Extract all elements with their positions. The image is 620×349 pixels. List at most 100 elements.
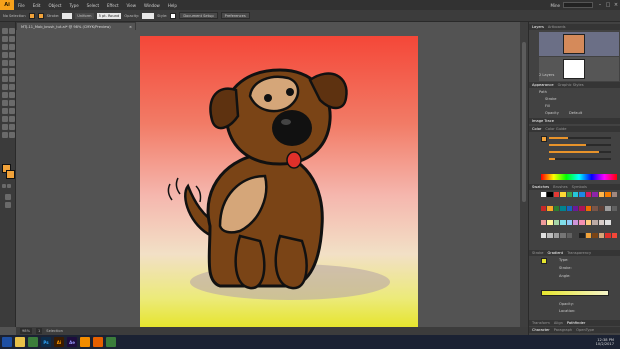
color-slider-c[interactable] [549,137,611,139]
color-slider-k[interactable] [549,158,611,160]
rectangle-tool-icon[interactable] [9,52,15,58]
pencil-tool-icon[interactable] [9,60,15,66]
menu-window[interactable]: Window [140,3,164,8]
rotate-tool-icon[interactable] [2,76,8,82]
tab-transform[interactable]: Transform [532,321,550,325]
preferences-button[interactable]: Preferences [220,12,250,19]
gradient-tool-icon[interactable] [9,100,15,106]
eraser-tool-icon[interactable] [9,68,15,74]
column-graph-tool-icon[interactable] [9,116,15,122]
paintbrush-tool-icon[interactable] [2,60,8,66]
aftereffects-icon[interactable]: Ae [67,337,77,347]
width-tool-icon[interactable] [2,84,8,90]
tab-stroke[interactable]: Stroke [532,251,543,255]
swatches-grid[interactable] [541,192,617,246]
document-tab[interactable]: MTJ-11_Mob_brush_tut.ai* @ 98% (CMYK/Pre… [16,22,136,30]
zoom-level-field[interactable]: 98% [20,328,32,334]
vertical-scrollbar[interactable] [520,22,528,327]
fill-color-swatch[interactable] [28,12,35,19]
hand-tool-icon[interactable] [2,132,8,138]
screen-mode-icon[interactable] [5,202,11,208]
search-input[interactable] [563,2,593,8]
artboard[interactable] [140,36,418,327]
system-clock[interactable]: 12:38 PM 10/2/2017 [596,338,620,347]
vlc-icon[interactable] [80,337,90,347]
chrome-icon[interactable] [28,337,38,347]
color-slider-m[interactable] [549,144,611,146]
illustrator-icon[interactable]: Ai [54,337,64,347]
lasso-tool-icon[interactable] [9,36,15,42]
mesh-tool-icon[interactable] [2,100,8,106]
tab-color-guide[interactable]: Color Guide [545,127,566,131]
selection-tool-icon[interactable] [2,28,8,34]
eyedropper-tool-icon[interactable] [2,108,8,114]
tab-opentype[interactable]: OpenType [576,328,594,332]
free-transform-tool-icon[interactable] [9,84,15,90]
stroke-color-swatch[interactable] [37,12,44,19]
color-fill-swatch[interactable] [541,136,547,142]
menu-select[interactable]: Select [83,3,103,8]
tab-character[interactable]: Character [532,328,550,332]
line-tool-icon[interactable] [2,52,8,58]
perspective-grid-tool-icon[interactable] [9,92,15,98]
tab-symbols[interactable]: Symbols [572,185,587,189]
shape-builder-tool-icon[interactable] [2,92,8,98]
tab-artboards[interactable]: Artboards [548,25,566,29]
tab-color[interactable]: Color [532,127,541,131]
color-slider-y[interactable] [549,151,611,153]
opacity-field[interactable] [142,12,155,19]
menu-object[interactable]: Object [44,3,65,8]
ie-icon[interactable] [2,337,12,347]
folder-icon[interactable] [15,337,25,347]
stroke-color-icon[interactable] [6,170,15,179]
blend-tool-icon[interactable] [9,108,15,114]
color-mode-icon[interactable] [2,184,6,188]
brush-definition-dropdown[interactable]: 5 pt. Round [96,12,122,19]
zoom-tool-icon[interactable] [9,132,15,138]
layer-row-artwork[interactable] [539,32,619,56]
gradient-preview-swatch[interactable] [541,258,547,264]
tab-transparency[interactable]: Transparency [567,251,591,255]
image-trace-title[interactable]: Image Trace [532,119,554,123]
tab-brushes[interactable]: Brushes [553,185,567,189]
maximize-icon[interactable]: □ [604,2,612,8]
gradient-mode-icon[interactable] [7,184,11,188]
close-window-icon[interactable]: × [612,2,620,8]
style-swatch[interactable] [170,12,177,19]
menu-effect[interactable]: Effect [103,3,123,8]
menu-help[interactable]: Help [164,3,181,8]
photoshop-icon[interactable]: Ps [41,337,51,347]
symbol-sprayer-tool-icon[interactable] [2,116,8,122]
scale-tool-icon[interactable] [9,76,15,82]
firefox-icon[interactable] [93,337,103,347]
blob-brush-tool-icon[interactable] [2,68,8,74]
tab-appearance[interactable]: Appearance [532,83,554,87]
tab-swatches[interactable]: Swatches [532,185,549,189]
workspace-switcher[interactable]: Mine [547,3,563,8]
tab-paragraph[interactable]: Paragraph [554,328,572,332]
artboard-navigator[interactable]: 1 [36,328,43,334]
artboard-tool-icon[interactable] [2,124,8,130]
color-spectrum[interactable] [541,174,617,180]
document-setup-button[interactable]: Document Setup [179,12,218,19]
slice-tool-icon[interactable] [9,124,15,130]
type-tool-icon[interactable] [9,44,15,50]
menu-edit[interactable]: Edit [29,3,45,8]
pen-tool-icon[interactable] [2,44,8,50]
tab-gradient[interactable]: Gradient [547,251,563,255]
direct-selection-tool-icon[interactable] [9,28,15,34]
chrome-icon[interactable] [106,337,116,347]
layer-row-background[interactable] [539,57,619,81]
close-tab-icon[interactable]: × [129,25,132,29]
canvas-area[interactable] [16,30,528,327]
tab-align[interactable]: Align [554,321,563,325]
tab-layers[interactable]: Layers [532,25,544,29]
magic-wand-tool-icon[interactable] [2,36,8,42]
stroke-weight-field[interactable] [62,12,73,19]
tab-pathfinder[interactable]: Pathfinder [567,321,585,325]
menu-type[interactable]: Type [65,3,82,8]
tab-graphic-styles[interactable]: Graphic Styles [558,83,584,87]
menu-file[interactable]: File [14,3,29,8]
menu-view[interactable]: View [123,3,141,8]
draw-mode-icon[interactable] [5,194,11,200]
